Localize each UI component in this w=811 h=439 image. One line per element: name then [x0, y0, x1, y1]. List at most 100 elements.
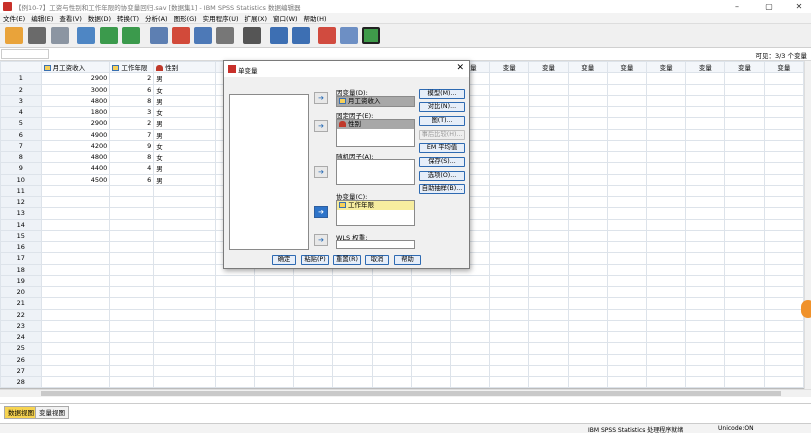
data-cell[interactable]: [109, 263, 155, 276]
source-variable-list[interactable]: [229, 94, 309, 250]
data-cell[interactable]: [685, 139, 726, 153]
data-cell[interactable]: [293, 297, 334, 310]
data-cell[interactable]: [371, 353, 412, 366]
row-number[interactable]: 21: [0, 297, 42, 310]
data-cell[interactable]: [606, 375, 648, 388]
data-cell[interactable]: [109, 184, 155, 198]
data-cell[interactable]: [332, 364, 373, 378]
menu-window[interactable]: 窗口(W): [273, 13, 298, 23]
data-cell[interactable]: [109, 229, 155, 243]
data-cell[interactable]: [606, 342, 648, 355]
data-cell[interactable]: 4200: [40, 139, 111, 153]
data-cell[interactable]: [606, 128, 648, 141]
row-number[interactable]: 8: [0, 150, 42, 164]
data-cell[interactable]: [410, 274, 452, 288]
redo-icon[interactable]: [122, 27, 140, 44]
data-cell[interactable]: [685, 83, 726, 96]
data-cell[interactable]: [724, 150, 765, 164]
data-cell[interactable]: [40, 308, 111, 321]
data-cell[interactable]: [567, 263, 608, 276]
data-cell[interactable]: [685, 94, 726, 108]
data-cell[interactable]: [109, 274, 155, 288]
data-cell[interactable]: [40, 218, 111, 231]
data-cell[interactable]: 8: [109, 150, 155, 164]
data-cell[interactable]: [646, 117, 687, 130]
data-cell[interactable]: [646, 195, 687, 209]
row-number[interactable]: 10: [0, 173, 42, 186]
data-cell[interactable]: 9: [109, 139, 155, 153]
move-to-fixed-arrow-icon[interactable]: ➔: [314, 120, 328, 132]
data-cell[interactable]: [606, 117, 648, 130]
data-cell[interactable]: [646, 297, 687, 310]
data-cell[interactable]: [253, 274, 295, 288]
data-cell[interactable]: [528, 128, 569, 141]
data-cell[interactable]: [40, 375, 111, 388]
data-cell[interactable]: [489, 72, 530, 85]
help-button[interactable]: 帮助: [394, 255, 421, 265]
data-cell[interactable]: [567, 364, 608, 378]
data-cell[interactable]: [489, 375, 530, 388]
data-cell[interactable]: [489, 229, 530, 243]
dialog-close-icon[interactable]: ✕: [456, 63, 464, 73]
data-cell[interactable]: [606, 72, 648, 85]
data-cell[interactable]: [332, 274, 373, 288]
data-cell[interactable]: [606, 150, 648, 164]
data-cell[interactable]: 男: [153, 94, 216, 108]
data-cell[interactable]: [40, 285, 111, 299]
data-cell[interactable]: [567, 173, 608, 186]
data-cell[interactable]: [371, 375, 412, 388]
data-cell[interactable]: [109, 364, 155, 378]
tab-variable-view[interactable]: 变量视图: [35, 406, 69, 419]
data-cell[interactable]: [489, 364, 530, 378]
data-cell[interactable]: [528, 229, 569, 243]
data-cell[interactable]: [685, 285, 726, 299]
data-cell[interactable]: [567, 319, 608, 333]
data-cell[interactable]: [528, 139, 569, 153]
menu-edit[interactable]: 编辑(E): [31, 13, 53, 23]
data-cell[interactable]: 7: [109, 128, 155, 141]
data-cell[interactable]: [153, 184, 216, 198]
data-cell[interactable]: [646, 263, 687, 276]
data-cell[interactable]: [153, 285, 216, 299]
data-cell[interactable]: [528, 252, 569, 265]
horizontal-scrollbar[interactable]: [0, 389, 811, 397]
data-cell[interactable]: [763, 308, 804, 321]
data-cell[interactable]: [153, 207, 216, 220]
data-cell[interactable]: [606, 218, 648, 231]
data-cell[interactable]: [528, 364, 569, 378]
data-cell[interactable]: [371, 342, 412, 355]
row-number[interactable]: 16: [0, 240, 42, 254]
data-cell[interactable]: [109, 285, 155, 299]
data-cell[interactable]: [606, 105, 648, 119]
column-header[interactable]: 变量: [606, 61, 648, 74]
data-cell[interactable]: [567, 117, 608, 130]
data-cell[interactable]: [332, 342, 373, 355]
data-cell[interactable]: [646, 72, 687, 85]
column-header[interactable]: 性别: [153, 61, 216, 74]
row-number[interactable]: 22: [0, 308, 42, 321]
data-cell[interactable]: [685, 319, 726, 333]
data-cell[interactable]: [449, 330, 491, 344]
data-cell[interactable]: [685, 150, 726, 164]
data-cell[interactable]: [606, 297, 648, 310]
data-cell[interactable]: [606, 252, 648, 265]
data-cell[interactable]: [567, 105, 608, 119]
data-cell[interactable]: [153, 364, 216, 378]
data-cell[interactable]: [214, 342, 255, 355]
data-cell[interactable]: 1800: [40, 105, 111, 119]
scroll-thumb[interactable]: [41, 391, 781, 396]
data-cell[interactable]: [371, 330, 412, 344]
data-cell[interactable]: [40, 195, 111, 209]
row-number[interactable]: 19: [0, 274, 42, 288]
data-cell[interactable]: [253, 375, 295, 388]
data-cell[interactable]: [685, 207, 726, 220]
data-cell[interactable]: [685, 297, 726, 310]
data-cell[interactable]: [489, 274, 530, 288]
data-cell[interactable]: [40, 184, 111, 198]
data-cell[interactable]: [646, 274, 687, 288]
data-cell[interactable]: [332, 375, 373, 388]
data-cell[interactable]: [528, 184, 569, 198]
data-cell[interactable]: 4800: [40, 94, 111, 108]
data-cell[interactable]: [489, 173, 530, 186]
data-cell[interactable]: [763, 285, 804, 299]
